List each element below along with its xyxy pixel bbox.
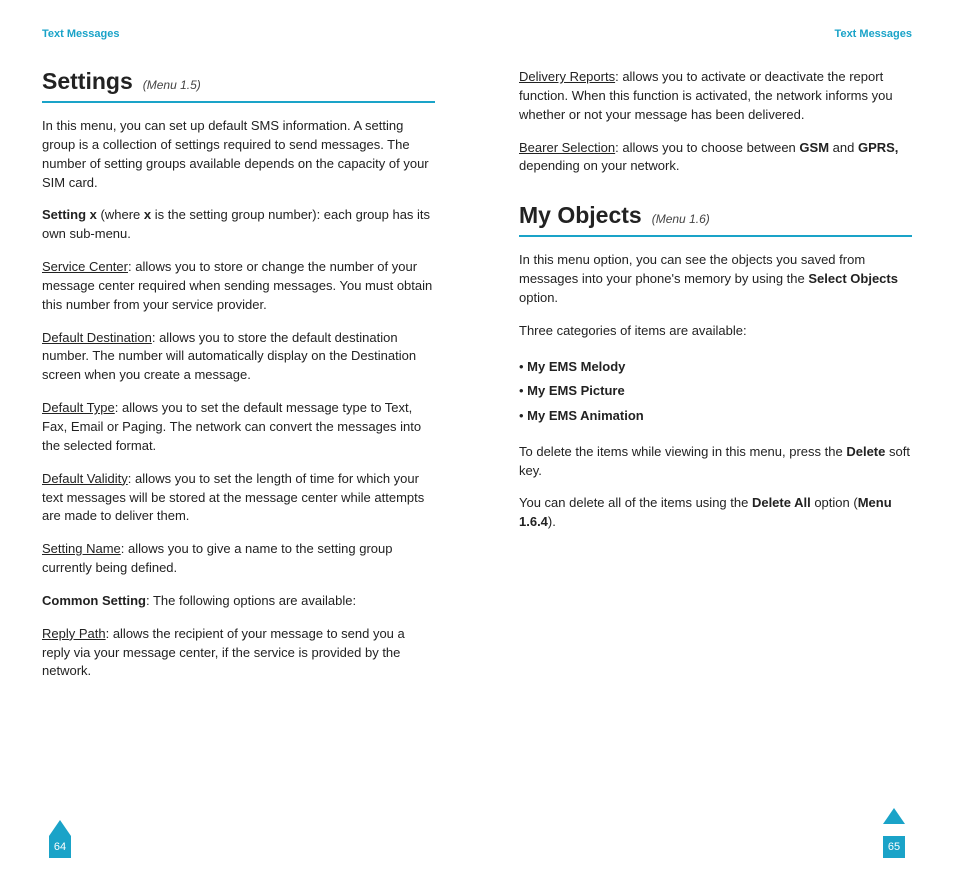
delete-all-paragraph: You can delete all of the items using th… xyxy=(519,494,912,532)
menu-ref-1-5: (Menu 1.5) xyxy=(143,78,201,92)
delivery-reports-label: Delivery Reports xyxy=(519,69,615,84)
page-left: Text Messages Settings (Menu 1.5) In thi… xyxy=(0,0,477,876)
common-setting-label: Common Setting xyxy=(42,593,146,608)
page-marker-right: 65 xyxy=(876,824,912,858)
delete-paragraph: To delete the items while viewing in thi… xyxy=(519,443,912,481)
bearer-selection-paragraph: Bearer Selection: allows you to choose b… xyxy=(519,139,912,177)
page-right: Text Messages Delivery Reports: allows y… xyxy=(477,0,954,876)
list-item: My EMS Animation xyxy=(519,404,912,429)
three-categories-line: Three categories of items are available: xyxy=(519,322,912,341)
default-destination-paragraph: Default Destination: allows you to store… xyxy=(42,329,435,386)
default-validity-paragraph: Default Validity: allows you to set the … xyxy=(42,470,435,527)
triangle-up-icon xyxy=(49,820,71,836)
triangle-down-icon xyxy=(883,808,905,824)
setting-x-paragraph: Setting x (where x is the setting group … xyxy=(42,206,435,244)
categories-list: My EMS Melody My EMS Picture My EMS Anim… xyxy=(519,355,912,429)
reply-path-paragraph: Reply Path: allows the recipient of your… xyxy=(42,625,435,682)
service-center-paragraph: Service Center: allows you to store or c… xyxy=(42,258,435,315)
menu-ref-1-6: (Menu 1.6) xyxy=(652,212,710,226)
service-center-label: Service Center xyxy=(42,259,128,274)
setting-name-label: Setting Name xyxy=(42,541,121,556)
default-destination-label: Default Destination xyxy=(42,330,152,345)
page-marker-left: 64 xyxy=(42,824,78,858)
default-type-label: Default Type xyxy=(42,400,115,415)
default-type-paragraph: Default Type: allows you to set the defa… xyxy=(42,399,435,456)
setting-name-paragraph: Setting Name: allows you to give a name … xyxy=(42,540,435,578)
page-spread: Text Messages Settings (Menu 1.5) In thi… xyxy=(0,0,954,876)
section-heading-row-2: My Objects (Menu 1.6) xyxy=(519,202,912,237)
default-validity-label: Default Validity xyxy=(42,471,128,486)
section-title-my-objects: My Objects xyxy=(519,202,642,229)
intro-paragraph: In this menu, you can set up default SMS… xyxy=(42,117,435,192)
reply-path-label: Reply Path xyxy=(42,626,106,641)
section-heading-row: Settings (Menu 1.5) xyxy=(42,68,435,103)
running-header-right: Text Messages xyxy=(519,28,912,40)
page-number-left: 64 xyxy=(49,836,71,858)
my-objects-intro: In this menu option, you can see the obj… xyxy=(519,251,912,308)
common-setting-paragraph: Common Setting: The following options ar… xyxy=(42,592,435,611)
page-number-right: 65 xyxy=(883,836,905,858)
list-item: My EMS Picture xyxy=(519,379,912,404)
setting-x-label: Setting x xyxy=(42,207,97,222)
delivery-reports-paragraph: Delivery Reports: allows you to activate… xyxy=(519,68,912,125)
section-title-settings: Settings xyxy=(42,68,133,95)
running-header-left: Text Messages xyxy=(42,28,435,40)
bearer-selection-label: Bearer Selection xyxy=(519,140,615,155)
list-item: My EMS Melody xyxy=(519,355,912,380)
